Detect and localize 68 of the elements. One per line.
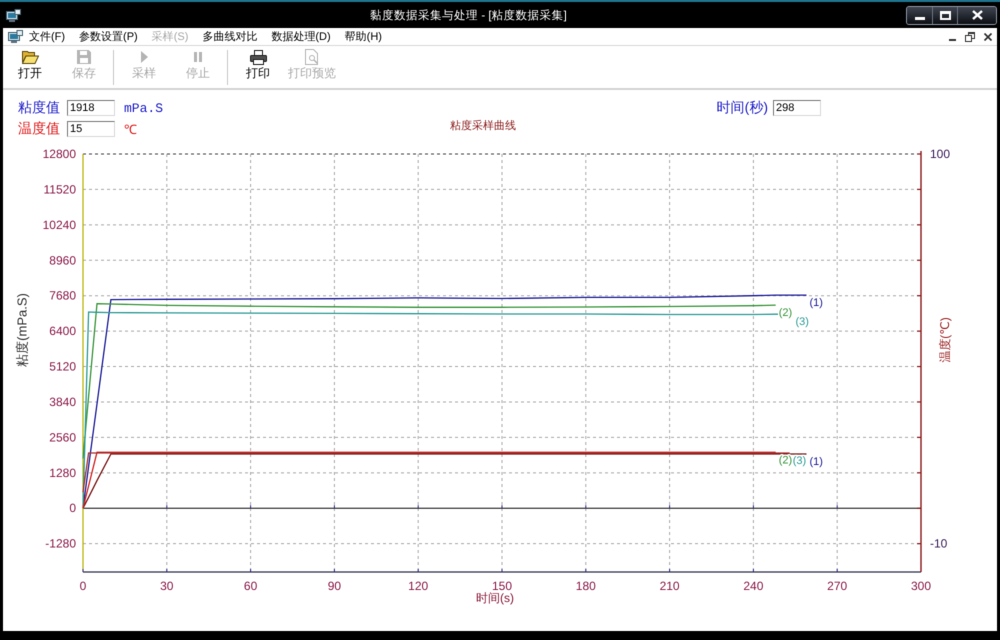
printer-icon [250,50,266,64]
x-tick-label: 150 [492,579,512,593]
x-tick-label: 300 [910,579,932,593]
y-tick-label: 10240 [42,218,76,232]
time-field[interactable]: 298 [773,100,821,116]
series-label: (1) [809,297,823,310]
series-label: (2) [778,454,792,466]
y-tick-label: 8960 [49,253,76,268]
x-tick-label: 90 [328,579,342,593]
x-tick-label: 30 [160,579,174,593]
close-icon [972,10,982,20]
reading-label: 粘度值 [18,99,61,117]
y-tick-label: 12800 [42,147,76,161]
series-label: (3) [792,454,806,467]
restore-icon [965,32,975,42]
maximize-button[interactable] [932,6,957,24]
window-icon [8,30,23,43]
x-tick-label: 0 [80,579,86,593]
x-tick-label: 210 [660,579,680,593]
close-button[interactable] [984,32,992,40]
pause-icon [194,52,202,62]
toolbar-button[interactable]: 打印 [231,46,285,88]
x-tick-label: 120 [408,579,428,593]
window-icon [6,8,21,22]
x-tick-label: 270 [827,579,848,593]
menu-item[interactable]: 数据处理(D) [271,29,331,44]
unit-label: mPa.S [124,100,164,116]
y-tick-label: -1280 [45,536,76,551]
y-tick-label: 5120 [49,360,76,374]
toolbar-button[interactable]: 打开 [3,46,57,88]
menu-item[interactable]: 多曲线对比 [202,29,258,44]
minimize-icon [914,16,924,20]
maximize-icon [940,10,950,20]
series-label: (3) [796,316,809,328]
y-tick-label: 0 [69,501,76,516]
restore-button[interactable] [965,32,975,42]
y2-axis-title: 温度(℃) [938,317,952,363]
y-tick-label: 2560 [49,430,76,444]
value-field[interactable]: 15 [67,121,115,137]
y-tick-label: 6400 [49,324,76,338]
close-icon [984,32,992,40]
y-tick-label: 11520 [44,182,76,196]
x-tick-label: 240 [743,579,764,593]
y-tick-label: 1280 [49,466,76,480]
menu-item[interactable]: 参数设置(P) [79,29,138,44]
minimize-icon [949,39,956,41]
time-label: 时间(秒) [716,99,768,117]
y-tick-label: 3840 [49,394,76,409]
y2-tick-label: 100 [930,147,950,161]
series-label: (1) [809,456,823,468]
x-tick-label: 60 [244,579,258,593]
chart-title: 粘度采样曲线 [450,118,516,133]
y-axis-title: 粘度(mPa.S) [14,293,30,367]
play-icon [140,51,148,63]
window-title: 黏度数据采集与处理 - [粘度数据采集] [369,8,568,22]
menu-item[interactable]: 文件(F) [29,29,66,44]
y2-tick-label: -10 [930,536,948,551]
reading-label: 温度值 [18,120,61,138]
unit-label: ℃ [124,122,137,138]
value-field[interactable]: 1918 [67,100,115,116]
y-tick-label: 7680 [49,288,76,303]
page-magnifier-icon [305,49,319,65]
x-axis-title: 时间(s) [476,591,514,605]
minimize-button[interactable] [907,6,932,24]
close-button[interactable] [957,6,996,24]
folder-icon [22,50,38,64]
menu-item[interactable]: 帮助(H) [344,29,382,44]
x-tick-label: 180 [576,579,596,593]
